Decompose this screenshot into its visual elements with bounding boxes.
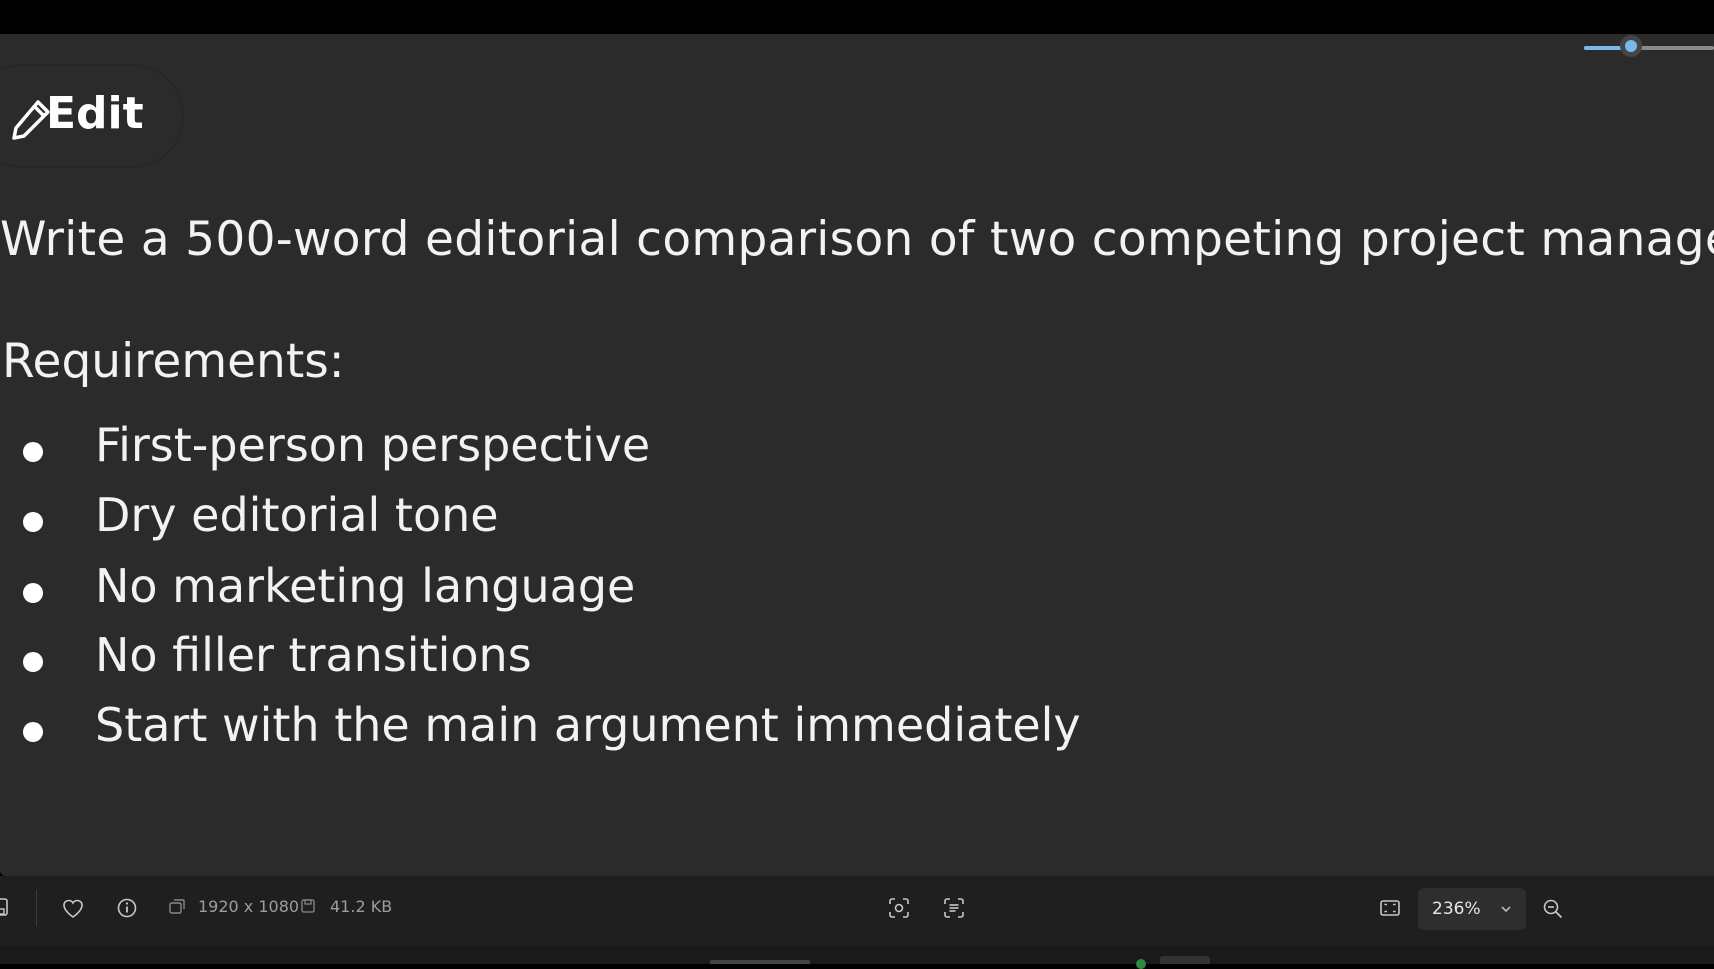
top-strip xyxy=(0,0,1714,34)
save-icon[interactable] xyxy=(0,896,12,918)
bullet-text: First-person perspective xyxy=(95,418,651,472)
bullet-text: No marketing language xyxy=(95,559,636,613)
list-item: Start with the main argument immediately xyxy=(0,698,1100,758)
chevron-down-icon xyxy=(1501,906,1511,913)
zoom-slider-thumb[interactable] xyxy=(1620,35,1642,57)
list-item: No marketing language xyxy=(0,559,1100,619)
zoom-out-icon[interactable] xyxy=(1542,898,1564,920)
list-item: Dry editorial tone xyxy=(0,488,1100,548)
bullet-icon xyxy=(23,442,43,462)
image-canvas: Edit Write a 500-word editorial comparis… xyxy=(0,34,1714,876)
bullet-text: Dry editorial tone xyxy=(95,488,499,542)
edit-button[interactable]: Edit xyxy=(0,64,184,168)
bullet-icon xyxy=(23,652,43,672)
taskbar-edge xyxy=(0,946,1714,964)
file-size-text: 41.2 KB xyxy=(330,897,393,916)
zoom-dropdown[interactable]: 236% xyxy=(1418,888,1526,930)
dimensions-text: 1920 x 1080 xyxy=(198,897,300,916)
bullet-icon xyxy=(23,583,43,603)
heart-icon[interactable] xyxy=(62,898,84,920)
bullet-text: Start with the main argument immediately xyxy=(95,698,1081,752)
file-size-icon xyxy=(301,899,315,913)
info-icon[interactable] xyxy=(116,897,138,919)
zoom-value: 236% xyxy=(1432,899,1481,919)
taskbar-item xyxy=(1160,956,1210,964)
prompt-text: Write a 500-word editorial comparison of… xyxy=(0,212,1714,267)
fit-to-window-icon[interactable] xyxy=(1379,897,1401,919)
visual-search-icon[interactable] xyxy=(888,897,910,919)
list-item: No filler transitions xyxy=(0,628,1100,688)
status-bar: 1920 x 1080 41.2 KB 236% xyxy=(0,876,1714,946)
requirements-heading: Requirements: xyxy=(2,334,345,389)
bullet-icon xyxy=(23,512,43,532)
status-dot xyxy=(1136,959,1146,969)
edit-label: Edit xyxy=(46,88,144,139)
bullet-icon xyxy=(23,722,43,742)
dimensions-icon xyxy=(169,899,185,914)
list-item: First-person perspective xyxy=(0,418,1100,478)
zoom-slider[interactable] xyxy=(1584,46,1714,50)
bullet-text: No filler transitions xyxy=(95,628,532,682)
taskbar-item xyxy=(710,960,810,964)
divider xyxy=(36,890,37,926)
text-recognition-icon[interactable] xyxy=(943,897,965,919)
